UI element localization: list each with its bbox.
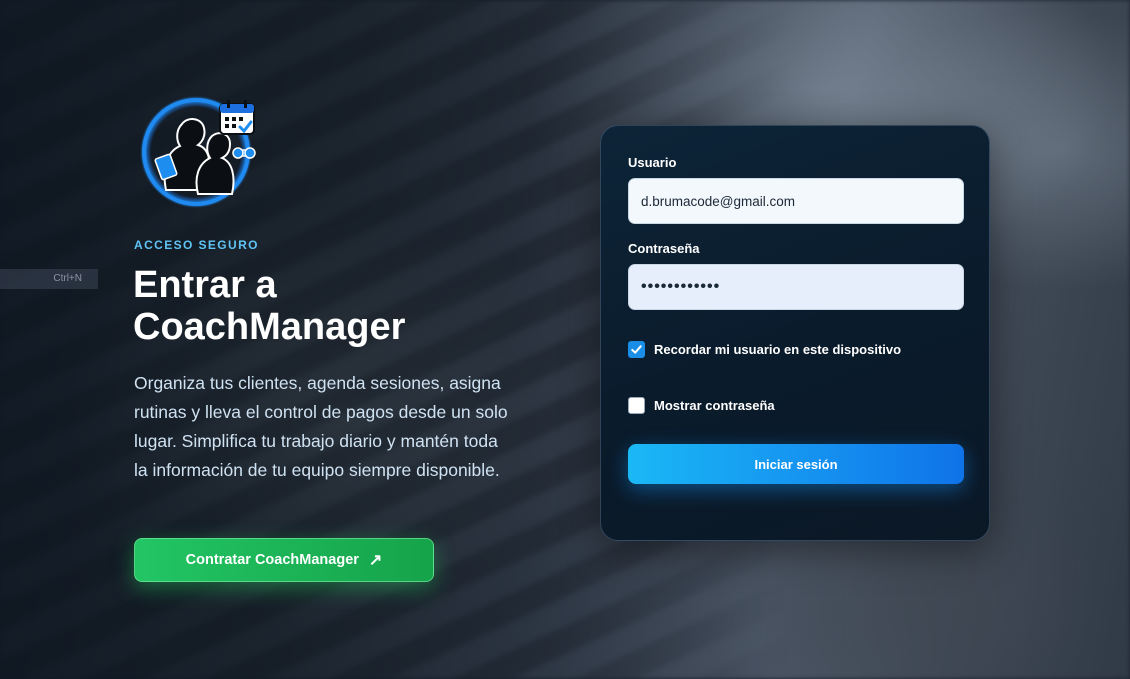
- remember-user-label: Recordar mi usuario en este dispositivo: [654, 342, 902, 357]
- cta-label: Contratar CoachManager: [185, 552, 359, 568]
- password-input[interactable]: [628, 264, 964, 310]
- show-password-label: Mostrar contraseña: [654, 398, 775, 413]
- login-button[interactable]: Iniciar sesión: [628, 444, 964, 484]
- page-title: Entrar a CoachManager: [133, 264, 406, 348]
- coach-athletes-calendar-icon: [140, 96, 256, 208]
- secure-access-eyebrow: ACCESO SEGURO: [134, 238, 259, 252]
- remember-user-option[interactable]: Recordar mi usuario en este dispositivo: [628, 341, 901, 358]
- username-input[interactable]: [628, 178, 964, 224]
- login-card: Usuario Contraseña Recordar mi usuario e…: [600, 125, 990, 541]
- arrow-up-right-icon: ↗: [368, 552, 383, 569]
- hire-coachmanager-button[interactable]: Contratar CoachManager ↗: [134, 538, 434, 582]
- show-password-option[interactable]: Mostrar contraseña: [628, 397, 775, 414]
- remember-user-checkbox[interactable]: [628, 341, 645, 358]
- shortcut-hint: Ctrl+N: [0, 269, 98, 289]
- username-label: Usuario: [628, 155, 677, 170]
- hero-description: Organiza tus clientes, agenda sesiones, …: [134, 373, 508, 480]
- checkmark-icon: [631, 345, 642, 354]
- coachmanager-logo: [136, 90, 262, 208]
- show-password-checkbox[interactable]: [628, 397, 645, 414]
- password-label: Contraseña: [628, 241, 700, 256]
